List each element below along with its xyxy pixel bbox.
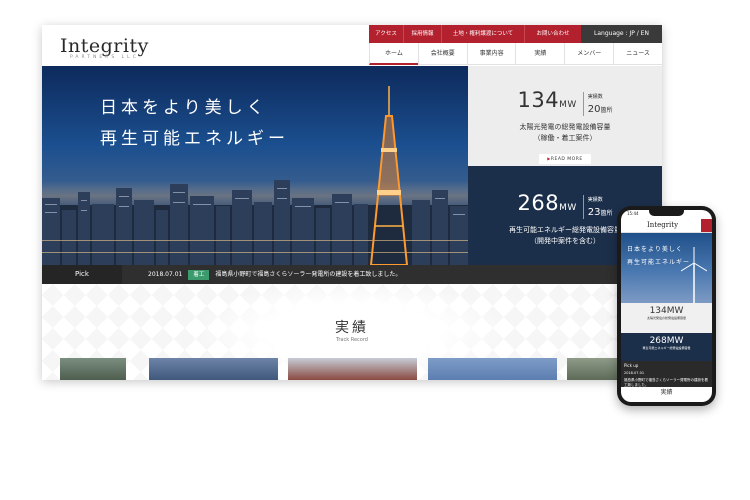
phone-renewable-capacity-description: 再生可能エネルギー総発電設備容量 (642, 346, 691, 350)
pickup-status-badge: 着工 (188, 269, 210, 280)
renewable-capacity-value: 268MW (517, 191, 577, 215)
track-record-thumbnail[interactable] (428, 358, 557, 380)
phone-pickup-label: Pick up (624, 363, 639, 368)
hero-tagline-line1: 日本をより美しく (100, 98, 268, 118)
nav-results[interactable]: 実績 (515, 43, 565, 65)
solar-capacity-value: 134MW (517, 88, 577, 112)
track-record-thumbnail[interactable] (149, 358, 278, 380)
utility-nav: アクセス 採用情報 土地・権利譲渡について お問い合わせ Language : … (369, 25, 662, 43)
nav-news[interactable]: ニュース (613, 43, 662, 65)
desktop-mockup: Integrity PARTNERS LLC アクセス 採用情報 土地・権利譲渡… (42, 25, 662, 380)
solar-site-count: 実績数 20箇所 (582, 92, 613, 116)
logo-name: Integrity (60, 35, 149, 57)
phone-header: Integrity (621, 219, 712, 233)
logo-subtitle: PARTNERS LLC (70, 55, 139, 60)
site-logo[interactable]: Integrity PARTNERS LLC (60, 35, 149, 60)
util-link-contact[interactable]: お問い合わせ (524, 25, 581, 43)
util-link-access[interactable]: アクセス (369, 25, 403, 43)
phone-hero-tagline: 日本をより美しく 再生可能エネルギー (627, 246, 691, 266)
language-switcher[interactable]: Language : JP / EN (581, 25, 662, 43)
phone-solar-capacity-value: 134MW (649, 306, 684, 316)
solar-capacity-description: 太陽光発電の総発電設備容量 （稼働・着工案件） (519, 123, 611, 142)
phone-status-time: 15:44 (627, 211, 639, 216)
util-link-careers[interactable]: 採用情報 (403, 25, 441, 43)
phone-pickup-date: 2018.07.01 (624, 371, 645, 375)
pickup-label: Pick (42, 265, 122, 284)
util-link-land-transfer[interactable]: 土地・権利譲渡について (441, 25, 524, 43)
phone-hero-banner: 日本をより美しく 再生可能エネルギー (621, 233, 712, 303)
hero-tagline-line2: 再生可能エネルギー (100, 129, 289, 149)
track-record-thumbnail[interactable] (60, 358, 126, 380)
phone-notch (649, 210, 684, 216)
phone-pickup-news[interactable]: Pick up 2018.07.01 福島県小野町で福島さくらソーラー発電所の建… (621, 361, 712, 387)
solar-capacity-panel: 134MW 実績数 20箇所 太陽光発電の総発電設備容量（稼働・着工案件） RE… (468, 66, 662, 166)
nav-members[interactable]: メンバー (564, 43, 614, 65)
renewable-site-count: 実績数 23箇所 (582, 195, 613, 219)
phone-mockup: 15:44 Integrity 日本をより美しく 再生可能エネルギー 134MW … (617, 206, 716, 406)
phone-renewable-capacity-value: 268MW (649, 336, 684, 346)
tokyo-tower-image (369, 86, 409, 265)
pickup-date: 2018.07.01 (148, 271, 183, 278)
phone-solar-capacity: 134MW 太陽光発電の総発電設備容量 (621, 303, 712, 333)
read-more-button[interactable]: READ MORE (539, 154, 591, 164)
hero-banner: 日本をより美しく 再生可能エネルギー (42, 66, 468, 265)
hero-tagline: 日本をより美しく 再生可能エネルギー (100, 93, 289, 155)
track-record-subtitle: Track Record (336, 337, 368, 343)
hamburger-menu-icon[interactable] (701, 219, 712, 232)
phone-logo[interactable]: Integrity (647, 221, 678, 229)
nav-business[interactable]: 事業内容 (466, 43, 516, 65)
pickup-news-bar[interactable]: Pick 2018.07.01 着工 福島県小野町で福島さくらソーラー発電所の建… (42, 265, 662, 284)
main-nav: ホーム 会社概要 事業内容 実績 メンバー ニュース (369, 43, 662, 65)
track-record-thumbnail[interactable] (288, 358, 417, 380)
phone-track-record-title: 実績 (660, 389, 673, 396)
phone-renewable-capacity: 268MW 再生可能エネルギー総発電設備容量 (621, 333, 712, 361)
phone-solar-capacity-description: 太陽光発電の総発電設備容量 (646, 316, 686, 320)
track-record-title: 実績 (335, 320, 369, 336)
nav-home[interactable]: ホーム (369, 43, 418, 65)
phone-screen: 15:44 Integrity 日本をより美しく 再生可能エネルギー 134MW … (621, 210, 712, 402)
nav-company[interactable]: 会社概要 (417, 43, 467, 65)
pickup-headline[interactable]: 福島県小野町で福島さくらソーラー発電所の建設を着工致しました。 (215, 265, 401, 284)
